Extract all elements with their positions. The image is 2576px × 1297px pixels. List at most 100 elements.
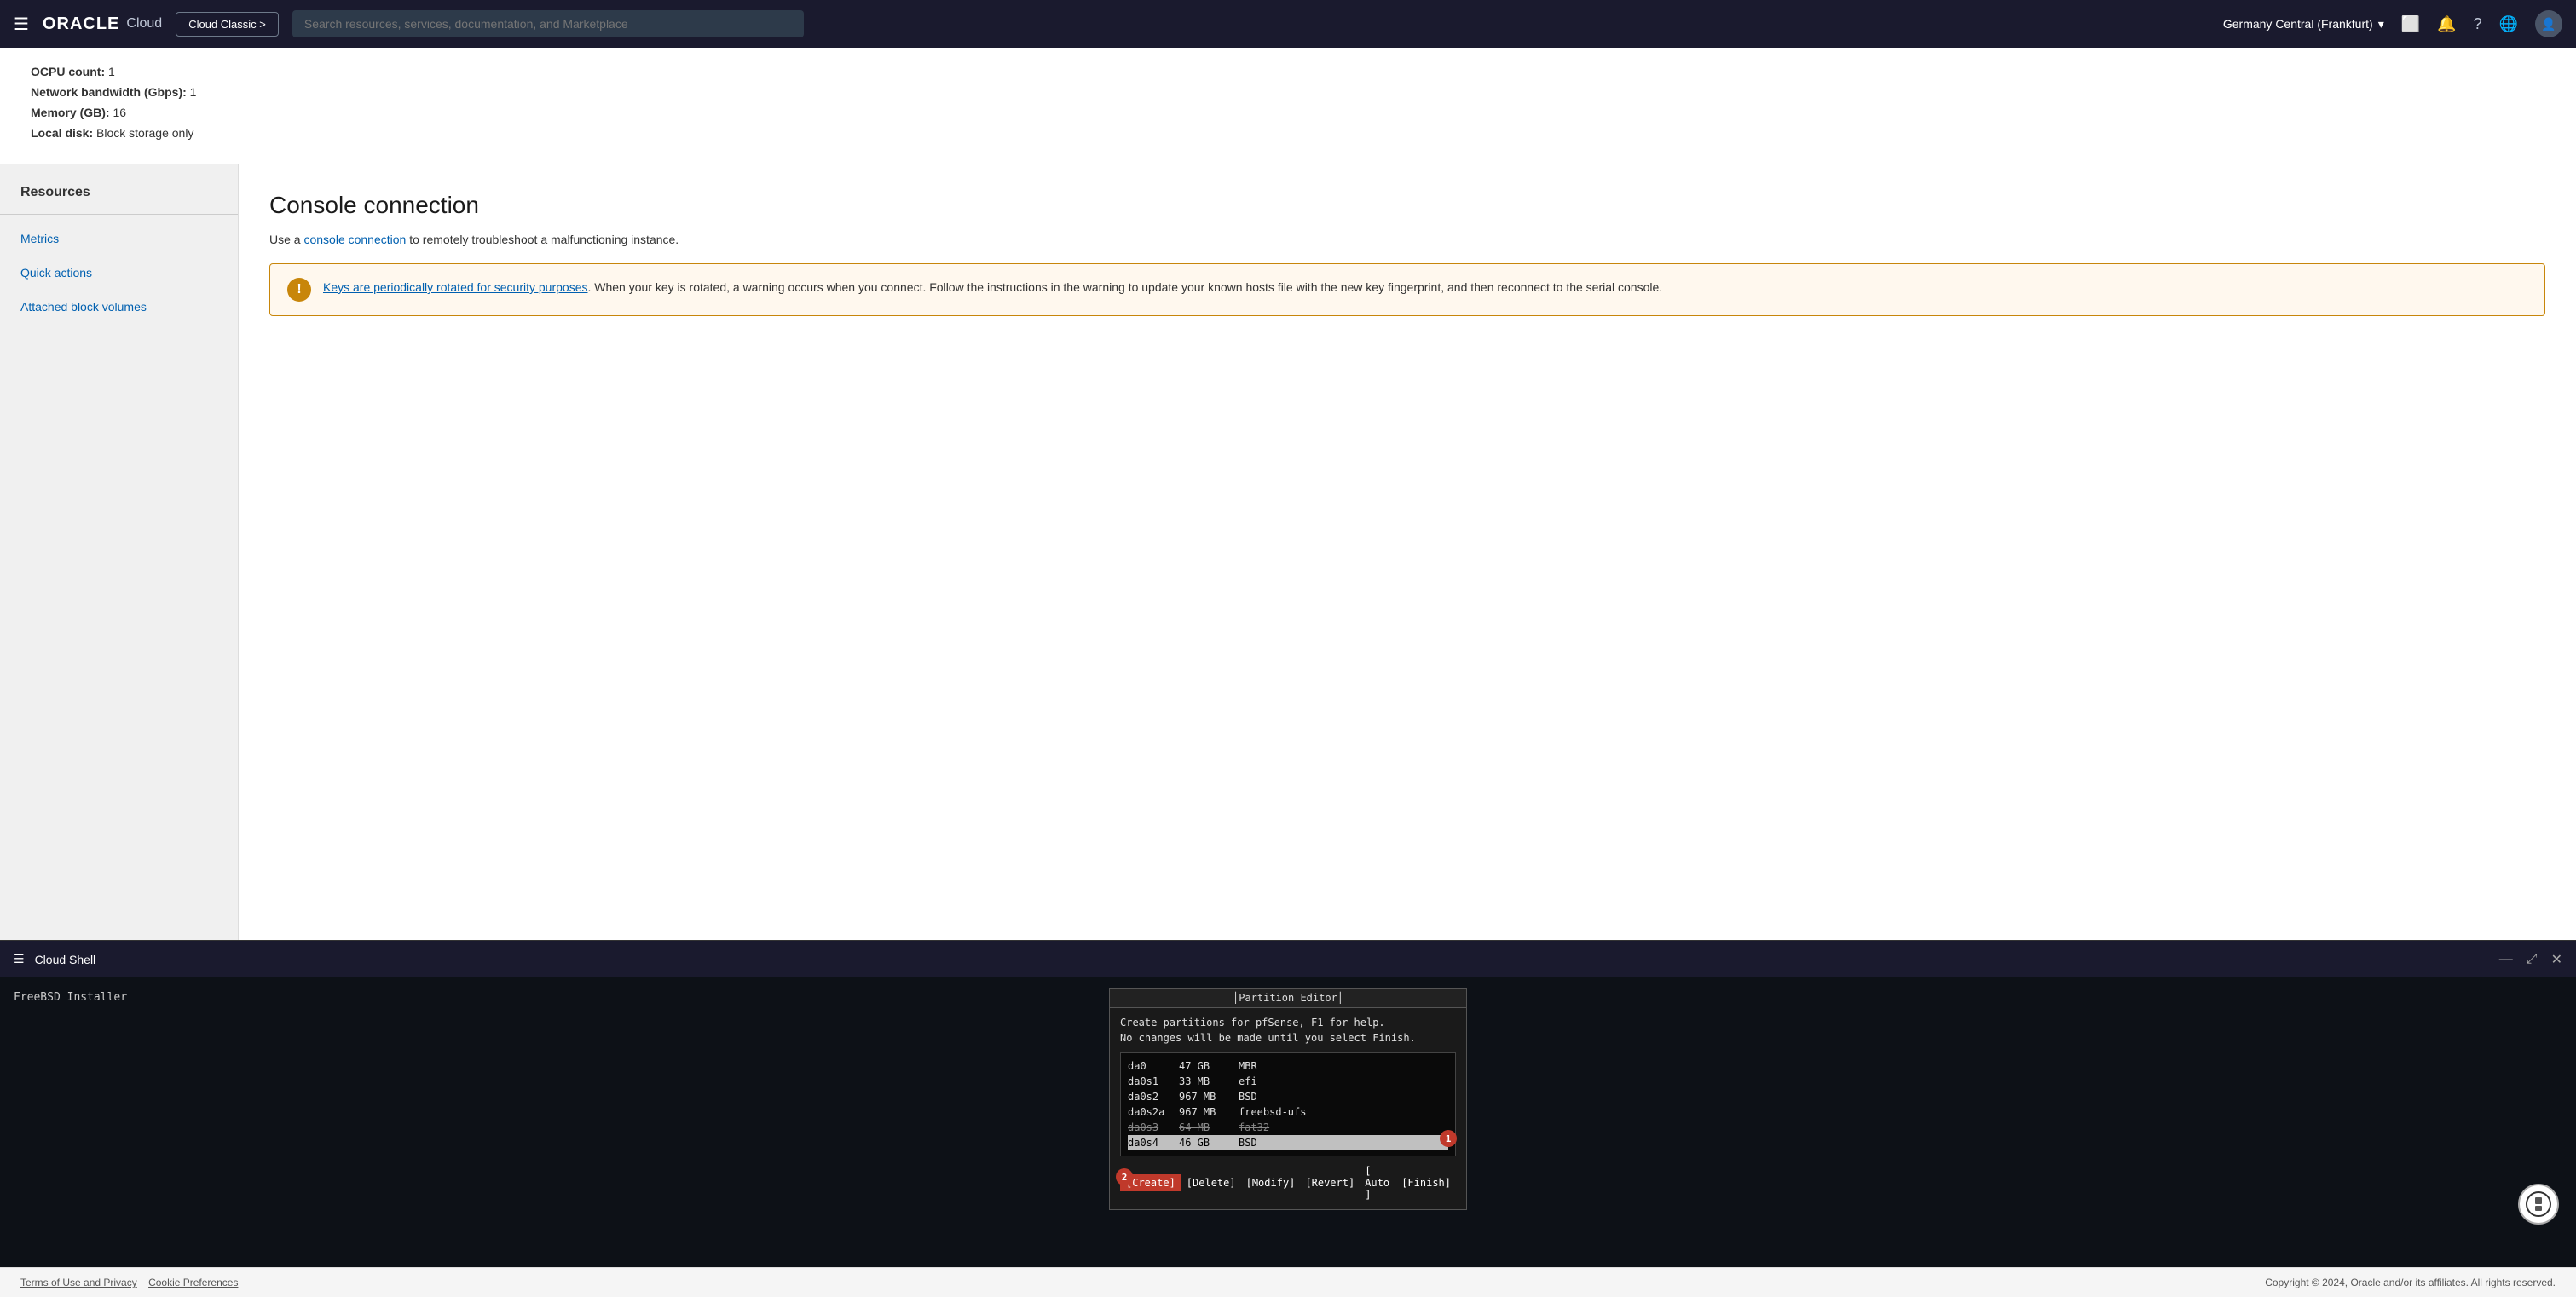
pe-table: da0 47 GB MBR da0s1 33 MB efi da0s2 967 … xyxy=(1120,1052,1456,1156)
help-icon[interactable]: ? xyxy=(2474,15,2482,33)
warning-link[interactable]: Keys are periodically rotated for securi… xyxy=(323,280,587,294)
cloud-shell-title: Cloud Shell xyxy=(35,953,96,966)
menu-icon[interactable]: ☰ xyxy=(14,14,29,35)
partition-size: 64 MB xyxy=(1179,1121,1239,1133)
partition-name: da0s2 xyxy=(1128,1091,1179,1103)
footer-right: Copyright © 2024, Oracle and/or its affi… xyxy=(2265,1277,2556,1288)
partition-name: da0s2a xyxy=(1128,1106,1179,1118)
footer-left: Terms of Use and Privacy Cookie Preferen… xyxy=(20,1277,238,1288)
cloud-shell-menu-icon[interactable]: ☰ xyxy=(14,952,25,966)
main-wrapper: OCPU count: 1 Network bandwidth (Gbps): … xyxy=(0,48,2576,1297)
content-area: Resources Metrics Quick actions Attached… xyxy=(0,164,2576,940)
info-row-disk: Local disk: Block storage only xyxy=(31,126,2545,140)
ocpu-label: OCPU count: xyxy=(31,65,105,78)
partition-size: 46 GB xyxy=(1179,1137,1239,1149)
sidebar-item-quick-actions[interactable]: Quick actions xyxy=(0,256,238,290)
info-row-memory: Memory (GB): 16 xyxy=(31,106,2545,119)
navbar: ☰ ORACLE Cloud Cloud Classic > Germany C… xyxy=(0,0,2576,48)
partition-type: freebsd-ufs xyxy=(1239,1106,1448,1118)
pe-title-bar: │Partition Editor│ xyxy=(1110,989,1466,1008)
cloud-classic-button[interactable]: Cloud Classic > xyxy=(176,12,279,37)
partition-type: efi xyxy=(1239,1075,1448,1087)
partition-name: da0s1 xyxy=(1128,1075,1179,1087)
pe-btn-finish[interactable]: [Finish] xyxy=(1396,1175,1456,1190)
pe-body: Create partitions for pfSense, F1 for he… xyxy=(1110,1008,1466,1209)
minimize-icon[interactable]: — xyxy=(2499,952,2513,967)
warning-rest: . When your key is rotated, a warning oc… xyxy=(587,280,1662,294)
partition-type: fat32 xyxy=(1239,1121,1448,1133)
section-description: Use a console connection to remotely tro… xyxy=(269,233,2545,246)
partition-row: da0s3 64 MB fat32 xyxy=(1128,1120,1448,1135)
network-label: Network bandwidth (Gbps): xyxy=(31,85,187,99)
pe-btn-create[interactable]: [Create]2 xyxy=(1120,1174,1181,1191)
chevron-down-icon: ▾ xyxy=(2378,17,2384,32)
info-row-ocpu: OCPU count: 1 xyxy=(31,65,2545,78)
pe-desc-line1: Create partitions for pfSense, F1 for he… xyxy=(1120,1015,1456,1030)
region-selector[interactable]: Germany Central (Frankfurt) ▾ xyxy=(2223,17,2384,32)
oracle-text: ORACLE xyxy=(43,14,119,34)
cookie-link[interactable]: Cookie Preferences xyxy=(148,1277,238,1288)
memory-value: 16 xyxy=(113,106,126,119)
partition-row: da0s1 33 MB efi xyxy=(1128,1074,1448,1089)
partition-size: 33 MB xyxy=(1179,1075,1239,1087)
sidebar-item-attached-volumes[interactable]: Attached block volumes xyxy=(0,290,238,324)
globe-icon[interactable]: 🌐 xyxy=(2499,15,2518,33)
pe-desc: Create partitions for pfSense, F1 for he… xyxy=(1120,1015,1456,1046)
pe-btn-revert[interactable]: [Revert] xyxy=(1300,1175,1360,1190)
expand-icon[interactable]: ⤢ xyxy=(2527,952,2538,967)
pe-btn-modify[interactable]: [Modify] xyxy=(1241,1175,1301,1190)
cloud-shell-terminal: FreeBSD Installer │Partition Editor│ Cre… xyxy=(0,977,2576,1267)
partition-type: BSD xyxy=(1239,1137,1448,1149)
partition-row: da0s4 46 GB BSD1 xyxy=(1128,1135,1448,1150)
pe-title: Partition Editor xyxy=(1239,992,1337,1004)
partition-name: da0s3 xyxy=(1128,1121,1179,1133)
page-title: Console connection xyxy=(269,192,2545,219)
desc-prefix: Use a xyxy=(269,233,303,246)
partition-type: MBR xyxy=(1239,1060,1448,1072)
partition-type: BSD xyxy=(1239,1091,1448,1103)
screen-icon[interactable]: ⬜ xyxy=(2401,15,2420,33)
avatar[interactable]: 👤 xyxy=(2535,10,2562,37)
close-icon[interactable]: ✕ xyxy=(2551,951,2562,968)
footer: Terms of Use and Privacy Cookie Preferen… xyxy=(0,1267,2576,1297)
main-content: Console connection Use a console connect… xyxy=(239,164,2576,940)
region-label: Germany Central (Frankfurt) xyxy=(2223,17,2373,31)
partition-name: da0s4 xyxy=(1128,1137,1179,1149)
disk-value: Block storage only xyxy=(96,126,193,140)
memory-label: Memory (GB): xyxy=(31,106,110,119)
freebsd-label: FreeBSD Installer xyxy=(14,991,127,1004)
partition-size: 967 MB xyxy=(1179,1091,1239,1103)
disk-label: Local disk: xyxy=(31,126,93,140)
partition-row: da0 47 GB MBR xyxy=(1128,1058,1448,1074)
navbar-right: Germany Central (Frankfurt) ▾ ⬜ 🔔 ? 🌐 👤 xyxy=(2223,10,2562,37)
pe-btn-auto[interactable]: [ Auto ] xyxy=(1360,1163,1396,1202)
help-svg xyxy=(2525,1190,2552,1218)
sidebar-title: Resources xyxy=(0,185,238,215)
terms-link[interactable]: Terms of Use and Privacy xyxy=(20,1277,137,1288)
partition-editor-wrapper: │Partition Editor│ Create partitions for… xyxy=(1109,988,1467,1210)
partition-row: da0s2 967 MB BSD xyxy=(1128,1089,1448,1104)
partition-size: 967 MB xyxy=(1179,1106,1239,1118)
cloud-text: Cloud xyxy=(126,16,162,32)
sidebar: Resources Metrics Quick actions Attached… xyxy=(0,164,239,940)
pe-buttons: [Create]2[Delete][Modify][Revert][ Auto … xyxy=(1120,1163,1456,1202)
sidebar-item-metrics[interactable]: Metrics xyxy=(0,222,238,256)
bell-icon[interactable]: 🔔 xyxy=(2437,15,2456,33)
search-input[interactable] xyxy=(292,10,804,37)
network-value: 1 xyxy=(190,85,197,99)
ocpu-value: 1 xyxy=(108,65,115,78)
oracle-logo: ORACLE Cloud xyxy=(43,14,162,34)
badge-2: 2 xyxy=(1116,1168,1133,1185)
pe-btn-delete[interactable]: [Delete] xyxy=(1181,1175,1241,1190)
warning-banner: ! Keys are periodically rotated for secu… xyxy=(269,263,2545,316)
warning-icon: ! xyxy=(287,278,311,302)
warning-text: Keys are periodically rotated for securi… xyxy=(323,278,1662,297)
cloud-shell-bar: ☰ Cloud Shell — ⤢ ✕ xyxy=(0,940,2576,977)
badge-1: 1 xyxy=(1440,1130,1457,1147)
console-connection-link[interactable]: console connection xyxy=(303,233,406,246)
partition-size: 47 GB xyxy=(1179,1060,1239,1072)
partition-editor: │Partition Editor│ Create partitions for… xyxy=(1109,988,1467,1210)
partition-name: da0 xyxy=(1128,1060,1179,1072)
cloud-shell-bar-icons: — ⤢ ✕ xyxy=(2499,951,2562,968)
help-lifecycle-icon[interactable] xyxy=(2518,1184,2559,1225)
